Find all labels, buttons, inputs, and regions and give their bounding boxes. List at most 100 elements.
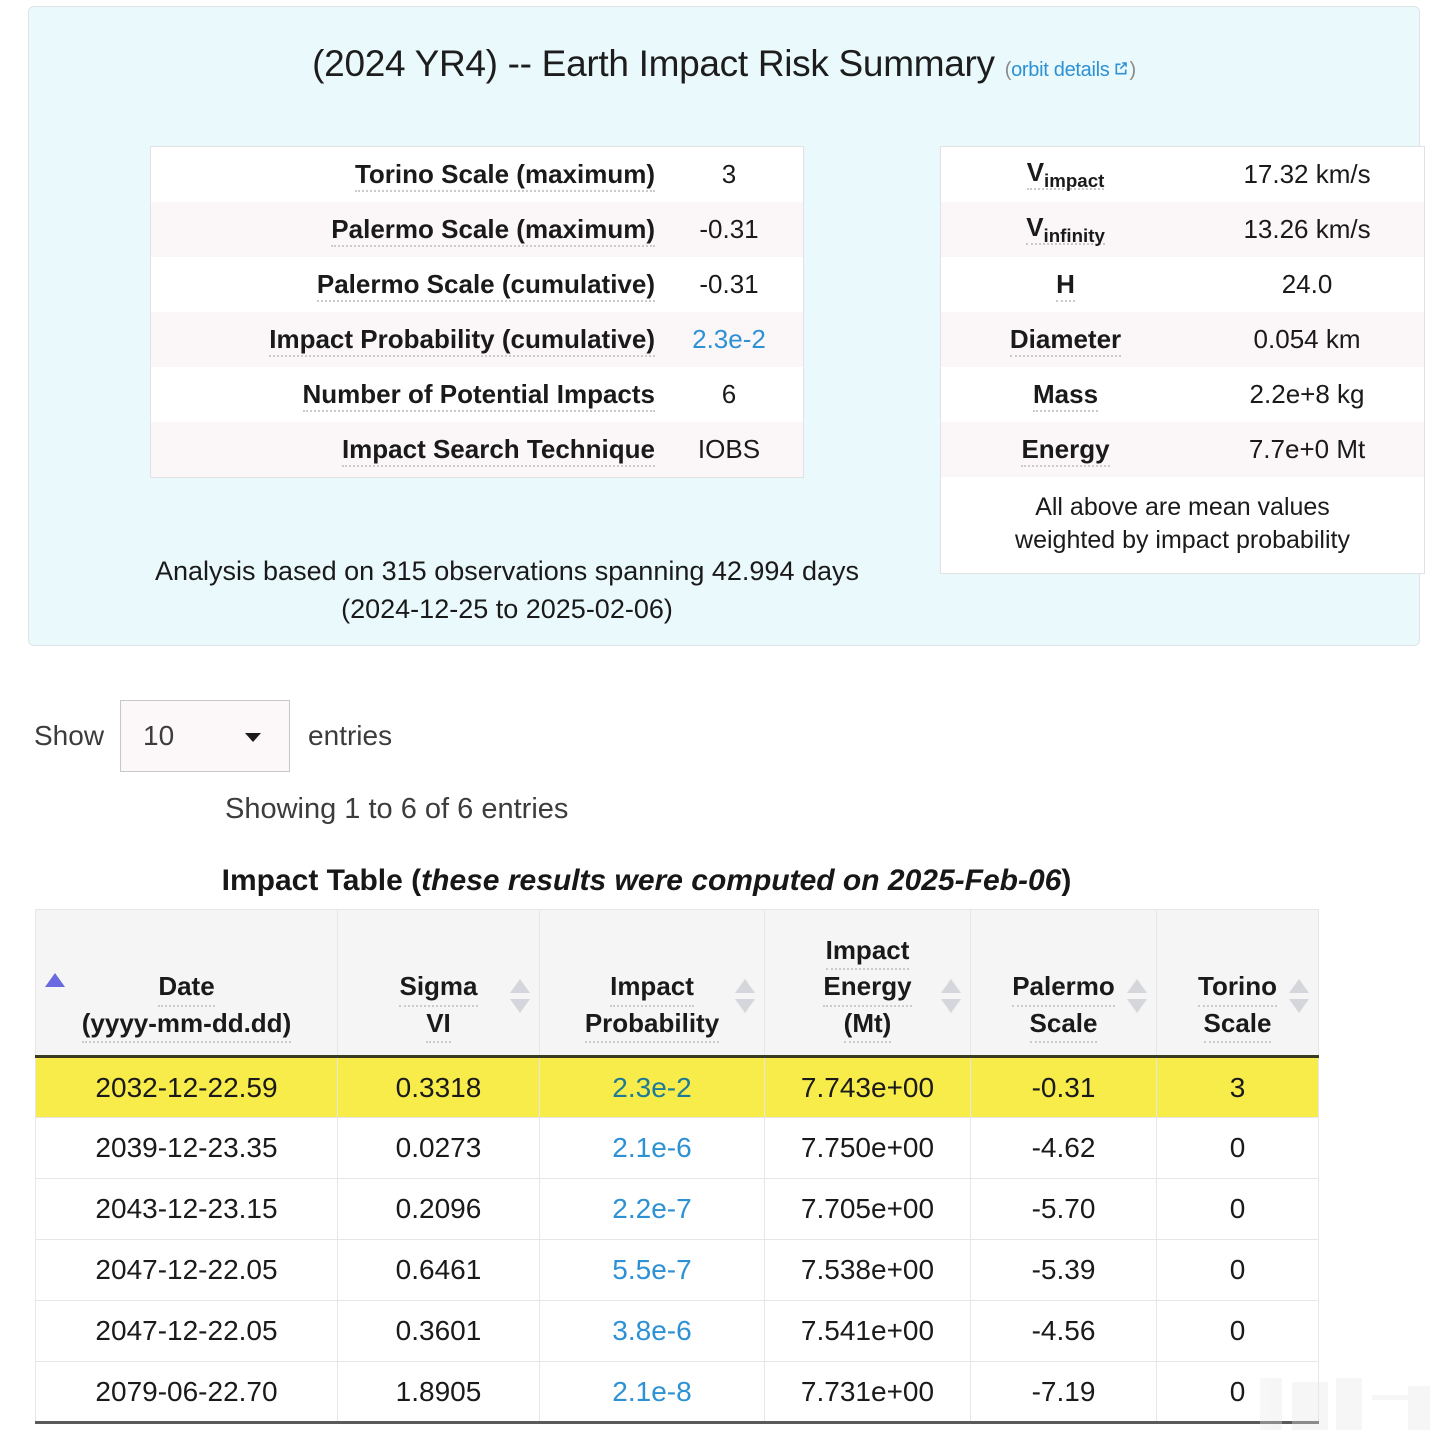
risk-row-label: Impact Probability (cumulative) xyxy=(151,312,655,367)
cell-energy: 7.750e+00 xyxy=(764,1117,971,1179)
entries-per-page-value: 10 xyxy=(143,720,175,751)
risk-row-value: 6 xyxy=(721,379,737,409)
mean-note-line-2: weighted by impact probability xyxy=(1015,526,1350,554)
show-label: Show xyxy=(34,720,105,751)
sort-toggle-icon[interactable] xyxy=(510,979,530,1013)
sort-toggle-icon[interactable] xyxy=(1127,979,1147,1013)
column-header-label: Impact Probability xyxy=(540,970,764,1043)
table-row[interactable]: 2032-12-22.59 0.3318 2.3e-2 7.743e+00 -0.31 3 xyxy=(35,1056,1319,1118)
column-header-label: Sigma VI xyxy=(338,970,539,1043)
cell-probability[interactable]: 2.3e-2 xyxy=(539,1056,765,1118)
table-row[interactable]: 2047-12-22.05 0.3601 3.8e-6 7.541e+00 -4.56 0 xyxy=(35,1300,1319,1362)
cell-energy: 7.541e+00 xyxy=(764,1300,971,1362)
cell-palermo: -5.39 xyxy=(970,1239,1157,1301)
cell-sigma: 0.3601 xyxy=(337,1300,540,1362)
table-row[interactable]: 2039-12-23.35 0.0273 2.1e-6 7.750e+00 -4.62 0 xyxy=(35,1117,1319,1179)
cell-energy: 7.731e+00 xyxy=(764,1361,971,1424)
risk-row-value: 3 xyxy=(721,159,737,189)
column-header-line: Energy xyxy=(823,970,912,1007)
cell-date: 2047-12-22.05 xyxy=(35,1300,338,1362)
physical-label-text: Energy xyxy=(1021,434,1110,467)
cell-probability[interactable]: 2.2e-7 xyxy=(539,1178,765,1240)
risk-row: Torino Scale (maximum) 3 xyxy=(151,147,803,202)
impact-table-header-row: Date (yyyy-mm-dd.dd) Sigma VI Impact Probabil… xyxy=(35,909,1319,1058)
column-header-date[interactable]: Date (yyyy-mm-dd.dd) xyxy=(35,909,338,1058)
physical-label-main: V xyxy=(1026,156,1045,187)
column-header-line: Impact xyxy=(825,934,910,971)
chevron-down-icon xyxy=(245,733,262,742)
cell-date: 2047-12-22.05 xyxy=(35,1239,338,1301)
physical-row-value: 7.7e+0 Mt xyxy=(1248,434,1366,464)
caption-suffix: ) xyxy=(1061,864,1072,897)
column-header-impact[interactable]: Impact Probability xyxy=(539,909,765,1058)
physical-label-main: Mass xyxy=(1033,379,1099,409)
physical-row-label: H xyxy=(941,257,1190,312)
sort-ascending-icon[interactable] xyxy=(45,973,65,1007)
column-header-line: Torino xyxy=(1198,970,1277,1007)
column-header-impact[interactable]: Impact Energy (Mt) xyxy=(764,909,971,1058)
risk-parameters-table: Torino Scale (maximum) 3 Palermo Scale (ma… xyxy=(150,146,804,478)
impact-table-body: 2032-12-22.59 0.3318 2.3e-2 7.743e+00 -0.31 3… xyxy=(35,1056,1319,1424)
physical-row-label: Vinfinity xyxy=(941,202,1190,257)
cell-palermo: -4.56 xyxy=(970,1300,1157,1362)
cell-probability[interactable]: 5.5e-7 xyxy=(539,1239,765,1301)
cell-sigma: 0.0273 xyxy=(337,1117,540,1179)
column-header-palermo[interactable]: Palermo Scale xyxy=(970,909,1157,1058)
column-header-line: (Mt) xyxy=(843,1007,892,1043)
external-link-icon xyxy=(1113,59,1129,82)
cell-sigma: 0.2096 xyxy=(337,1178,540,1240)
physical-parameters-table: Vimpact 17.32 km/s Vinfinity 13.26 km/s H 24.… xyxy=(940,146,1425,574)
cell-date: 2039-12-23.35 xyxy=(35,1117,338,1179)
impact-table-wrapper: Date (yyyy-mm-dd.dd) Sigma VI Impact Probabil… xyxy=(35,909,1319,1424)
physical-row: Vinfinity 13.26 km/s xyxy=(941,202,1424,257)
table-row[interactable]: 2079-06-22.70 1.8905 2.1e-8 7.731e+00 -7.19 0 xyxy=(35,1361,1319,1424)
sort-toggle-icon[interactable] xyxy=(941,979,961,1013)
cell-probability[interactable]: 2.1e-8 xyxy=(539,1361,765,1424)
impact-table-caption: Impact Table (these results were compute… xyxy=(35,864,1258,898)
mean-values-note: All above are mean values weighted by im… xyxy=(941,477,1424,573)
mean-note-line-1: All above are mean values xyxy=(1035,493,1330,521)
column-header-line: Probability xyxy=(584,1007,720,1043)
physical-row-value: 24.0 xyxy=(1281,269,1333,299)
table-row[interactable]: 2047-12-22.05 0.6461 5.5e-7 7.538e+00 -5.39 0 xyxy=(35,1239,1319,1301)
physical-row-label: Diameter xyxy=(941,312,1190,367)
physical-row: H 24.0 xyxy=(941,257,1424,312)
table-row[interactable]: 2043-12-23.15 0.2096 2.2e-7 7.705e+00 -5.70 0 xyxy=(35,1178,1319,1240)
risk-label-text: Impact Search Technique xyxy=(341,434,655,467)
physical-label-text: Vimpact xyxy=(1026,156,1105,191)
physical-row-value: 13.26 km/s xyxy=(1243,214,1371,244)
column-header-line: Sigma xyxy=(399,970,478,1007)
cell-probability[interactable]: 2.1e-6 xyxy=(539,1117,765,1179)
column-header-line: Palermo xyxy=(1012,970,1115,1007)
cell-palermo: -5.70 xyxy=(970,1178,1157,1240)
cell-sigma: 0.3318 xyxy=(337,1056,540,1118)
physical-row: Mass 2.2e+8 kg xyxy=(941,367,1424,422)
entries-per-page-select[interactable]: 10 xyxy=(120,700,291,772)
physical-row-label: Energy xyxy=(941,422,1190,477)
cell-probability[interactable]: 3.8e-6 xyxy=(539,1300,765,1362)
physical-row-value: 0.054 km xyxy=(1253,324,1361,354)
sort-toggle-icon[interactable] xyxy=(1289,979,1309,1013)
cell-sigma: 0.6461 xyxy=(337,1239,540,1301)
sort-toggle-icon[interactable] xyxy=(735,979,755,1013)
column-header-label: Impact Energy (Mt) xyxy=(765,934,970,1043)
physical-label-main: H xyxy=(1056,269,1075,299)
risk-row-value[interactable]: 2.3e-2 xyxy=(655,312,803,367)
risk-label-text: Number of Potential Impacts xyxy=(302,379,655,412)
cell-torino: 3 xyxy=(1156,1056,1319,1118)
entries-label: entries xyxy=(308,720,393,751)
orbit-details-link[interactable]: orbit details xyxy=(1011,59,1129,81)
risk-row-label: Palermo Scale (cumulative) xyxy=(151,257,655,312)
column-header-line: (yyyy-mm-dd.dd) xyxy=(81,1007,292,1043)
physical-row: Diameter 0.054 km xyxy=(941,312,1424,367)
risk-row-label: Impact Search Technique xyxy=(151,422,655,477)
column-header-torino[interactable]: Torino Scale xyxy=(1156,909,1319,1058)
column-header-line: Scale xyxy=(1203,1007,1272,1043)
risk-summary-panel: (2024 YR4) -- Earth Impact Risk Summary … xyxy=(28,6,1425,646)
cell-sigma: 1.8905 xyxy=(337,1361,540,1424)
column-header-sigma[interactable]: Sigma VI xyxy=(337,909,540,1058)
paren-close: ) xyxy=(1129,59,1136,81)
physical-label-text: H xyxy=(1056,269,1075,302)
analysis-line-2: (2024-12-25 to 2025-02-06) xyxy=(341,594,673,625)
physical-row: Energy 7.7e+0 Mt xyxy=(941,422,1424,477)
